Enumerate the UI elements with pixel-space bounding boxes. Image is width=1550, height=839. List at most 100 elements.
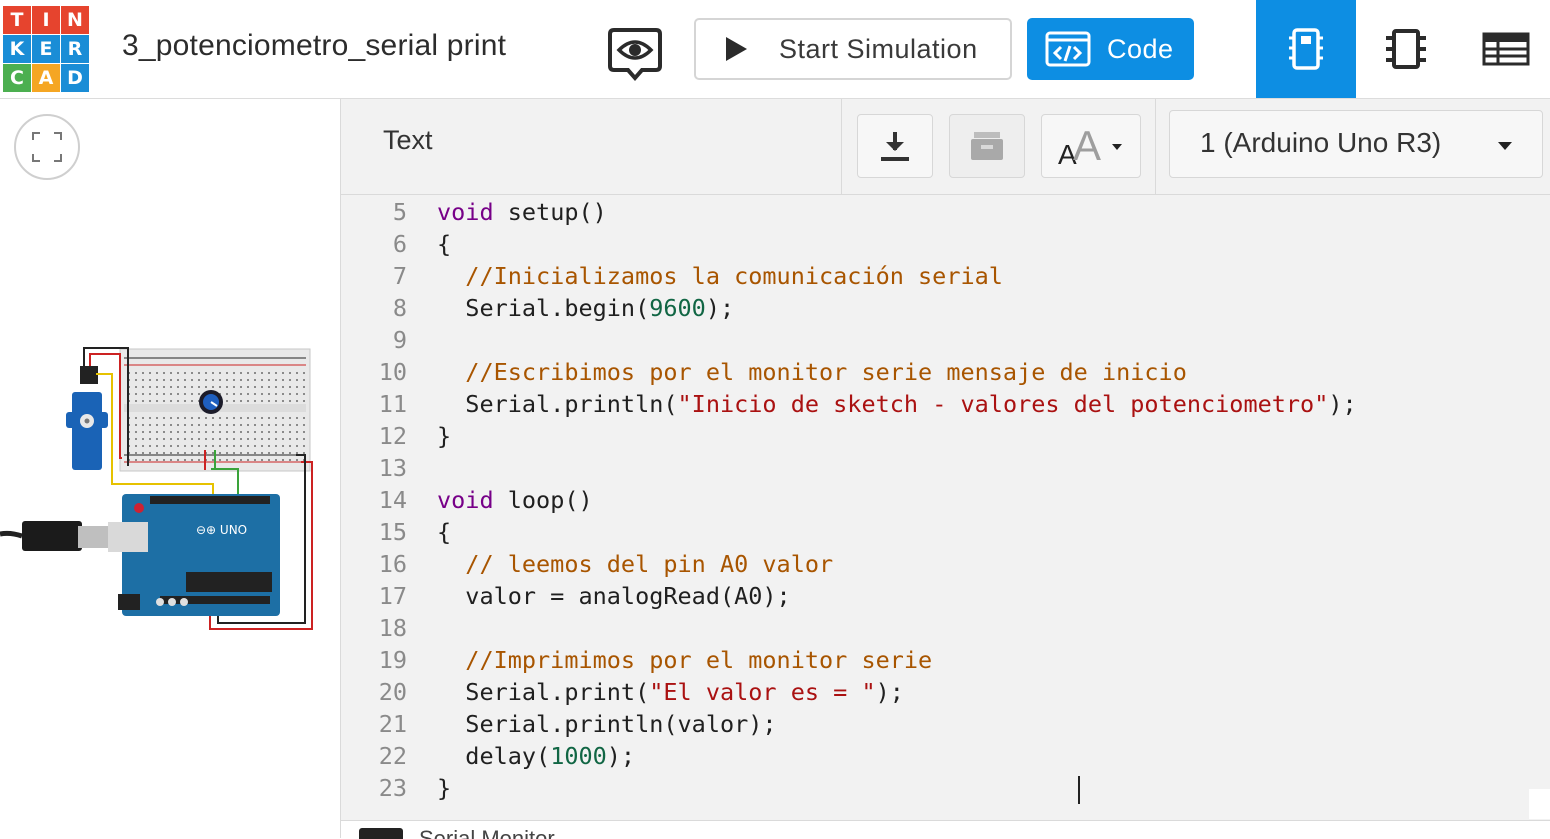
code-line[interactable]: 17 valor = analogRead(A0); [341, 580, 1550, 612]
code-line[interactable]: 10 //Escribimos por el monitor serie men… [341, 356, 1550, 388]
tinkercad-logo[interactable]: TIN KER CAD [3, 6, 89, 92]
breadboard-hole [282, 417, 284, 419]
tab-component-list[interactable] [1356, 0, 1456, 98]
tab-circuit-view[interactable] [1256, 0, 1356, 98]
breadboard-hole [233, 452, 235, 454]
breadboard-hole [205, 431, 207, 433]
library-icon [971, 132, 1003, 160]
tab-table-view[interactable] [1456, 0, 1550, 98]
breadboard-hole [268, 459, 270, 461]
download-button[interactable] [857, 114, 933, 178]
code-line[interactable]: 13 [341, 452, 1550, 484]
breadboard-hole [303, 400, 305, 402]
code-line[interactable]: 7 //Inicializamos la comunicación serial [341, 260, 1550, 292]
logo-letter: T [3, 6, 31, 34]
font-size-button[interactable]: A A [1041, 114, 1141, 178]
breadboard-hole [156, 438, 158, 440]
breadboard-hole [261, 372, 263, 374]
logo-letter: R [61, 35, 89, 63]
code-line[interactable]: 19 //Imprimimos por el monitor serie [341, 644, 1550, 676]
code-line[interactable]: 9 [341, 324, 1550, 356]
breadboard-hole [142, 445, 144, 447]
breadboard-hole [177, 372, 179, 374]
eye-icon[interactable] [606, 22, 664, 84]
editor-mode-dropdown[interactable]: Text [383, 125, 433, 156]
code-line[interactable]: 15 { [341, 516, 1550, 548]
start-simulation-button[interactable]: Start Simulation [694, 18, 1012, 80]
breadboard-hole [219, 438, 221, 440]
code-line[interactable]: 8 Serial.begin(9600); [341, 292, 1550, 324]
breadboard-hole [149, 400, 151, 402]
breadboard-hole [261, 417, 263, 419]
breadboard-hole [261, 438, 263, 440]
breadboard-hole [212, 424, 214, 426]
breadboard-hole [233, 379, 235, 381]
servo-motor[interactable] [66, 366, 108, 470]
breadboard-hole [135, 417, 137, 419]
breadboard-hole [289, 424, 291, 426]
code-editor[interactable]: 5 void setup() 6{7 //Inicializamos la comu… [341, 195, 1550, 819]
arduino-uno-board[interactable]: ⊖⊕ UNO [118, 494, 280, 616]
fit-view-button[interactable] [14, 114, 80, 180]
scrollbar-corner [1529, 789, 1550, 819]
breadboard-hole [191, 438, 193, 440]
breadboard-hole [289, 431, 291, 433]
breadboard-hole [135, 431, 137, 433]
code-line[interactable]: 14 void loop() [341, 484, 1550, 516]
code-token: } [437, 422, 452, 450]
code-line[interactable]: 16 // leemos del pin A0 valor [341, 548, 1550, 580]
code-text: { [437, 228, 451, 260]
breadboard-hole [226, 393, 228, 395]
breadboard-hole [296, 459, 298, 461]
code-token: { [437, 230, 452, 258]
breadboard-hole [149, 417, 151, 419]
breadboard-hole [177, 452, 179, 454]
breadboard-hole [212, 452, 214, 454]
code-editor-icon [1045, 31, 1091, 67]
breadboard-hole [226, 452, 228, 454]
code-line[interactable]: 21 Serial.println(valor); [341, 708, 1550, 740]
code-token: 1000 [550, 742, 607, 770]
code-button[interactable]: Code [1027, 18, 1194, 80]
code-line[interactable]: 5 void setup() [341, 196, 1550, 228]
circuit-canvas[interactable]: ⊖⊕ UNO [0, 99, 340, 838]
code-line[interactable]: 18 [341, 612, 1550, 644]
breadboard-hole [247, 459, 249, 461]
circuit-view-icon [1289, 28, 1323, 70]
breadboard-hole [184, 452, 186, 454]
breadboard-hole [282, 393, 284, 395]
arduino-logo: ⊖⊕ UNO [196, 523, 247, 537]
breadboard-hole [240, 431, 242, 433]
board-select[interactable]: 1 (Arduino Uno R3) [1169, 110, 1543, 178]
breadboard-hole [247, 424, 249, 426]
code-line[interactable]: 11 Serial.println("Inicio de sketch - va… [341, 388, 1550, 420]
code-text: //Escribimos por el monitor serie mensaj… [437, 356, 1187, 388]
breadboard-hole [289, 438, 291, 440]
code-line[interactable]: 23} [341, 772, 1550, 804]
breadboard-hole [275, 424, 277, 426]
breadboard-hole [177, 445, 179, 447]
code-line[interactable]: 6{ [341, 228, 1550, 260]
breadboard-hole [233, 424, 235, 426]
code-text: Serial.println("Inicio de sketch - valor… [437, 388, 1356, 420]
code-line[interactable]: 22 delay(1000); [341, 740, 1550, 772]
line-number: 8 [392, 294, 407, 322]
breadboard-hole [191, 431, 193, 433]
library-button[interactable] [949, 114, 1025, 178]
project-title[interactable]: 3_potenciometro_serial print [122, 29, 506, 63]
circuit-diagram[interactable]: ⊖⊕ UNO [0, 344, 340, 644]
code-line[interactable]: 12} [341, 420, 1550, 452]
code-text: // leemos del pin A0 valor [437, 548, 833, 580]
potentiometer[interactable] [199, 390, 223, 414]
serial-monitor-bar[interactable]: Serial Monitor [341, 820, 1550, 839]
code-line[interactable]: 20 Serial.print("El valor es = "); [341, 676, 1550, 708]
breadboard-hole [205, 372, 207, 374]
breadboard-hole [219, 372, 221, 374]
breadboard-hole [226, 386, 228, 388]
breadboard-hole [254, 400, 256, 402]
breadboard-hole [303, 379, 305, 381]
breadboard-hole [170, 452, 172, 454]
breadboard-hole [240, 386, 242, 388]
code-token: } [437, 774, 452, 802]
breadboard-hole [198, 372, 200, 374]
